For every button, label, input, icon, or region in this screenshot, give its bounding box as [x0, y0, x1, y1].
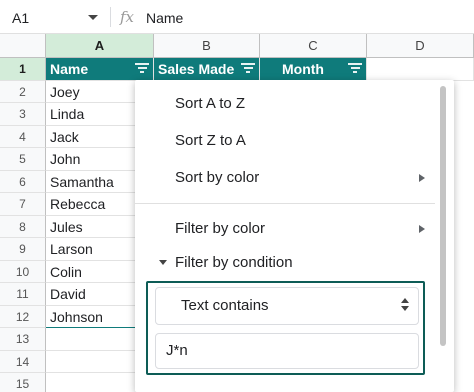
header-cell-name[interactable]: Name [46, 58, 154, 81]
row-header-12[interactable]: 12 [0, 305, 46, 328]
row-header-3[interactable]: 3 [0, 103, 46, 126]
row-header-4[interactable]: 4 [0, 125, 46, 148]
header-name-label: Name [50, 61, 89, 77]
row-header-6[interactable]: 6 [0, 170, 46, 193]
row-header-5[interactable]: 5 [0, 148, 46, 171]
column-header-a[interactable]: A [46, 34, 154, 58]
menu-scrollbar[interactable] [440, 86, 446, 346]
name-box-dropdown-icon[interactable] [88, 15, 98, 20]
header-month-label: Month [282, 61, 324, 77]
filter-menu: Sort A to Z Sort Z to A Sort by color Fi… [135, 80, 454, 392]
filter-by-condition-label: Filter by condition [175, 254, 293, 271]
column-header-d[interactable]: D [367, 34, 474, 58]
formula-bar-divider [110, 7, 111, 27]
header-cell-sales[interactable]: Sales Made [154, 58, 260, 81]
condition-select-value: Text contains [181, 297, 269, 314]
sort-a-z-label: Sort A to Z [175, 95, 246, 112]
row-header-2[interactable]: 2 [0, 80, 46, 103]
sort-z-a-label: Sort Z to A [175, 132, 246, 149]
menu-item-filter-by-condition[interactable]: Filter by condition [135, 245, 435, 281]
filter-by-color-label: Filter by color [175, 220, 266, 237]
row-header-11[interactable]: 11 [0, 283, 46, 306]
row-header-15[interactable]: 15 [0, 373, 46, 392]
row-header-13[interactable]: 13 [0, 328, 46, 351]
column-header-b[interactable]: B [154, 34, 260, 58]
row-header-1[interactable]: 1 [0, 58, 46, 81]
table-cell[interactable] [367, 58, 474, 81]
condition-panel: Text contains J*n [146, 281, 425, 375]
formula-input[interactable]: Name [146, 10, 183, 26]
formula-bar: A1 fx Name [0, 0, 474, 34]
column-header-c[interactable]: C [260, 34, 367, 58]
chevron-down-icon [159, 260, 167, 265]
menu-item-sort-z-a[interactable]: Sort Z to A [135, 123, 435, 159]
menu-item-sort-a-z[interactable]: Sort A to Z [135, 86, 435, 122]
menu-item-sort-by-color[interactable]: Sort by color [135, 160, 435, 196]
condition-value-input[interactable]: J*n [155, 333, 419, 369]
row-header-7[interactable]: 7 [0, 193, 46, 216]
filter-icon[interactable] [348, 63, 362, 75]
chevron-right-icon [419, 225, 425, 233]
sort-by-color-label: Sort by color [175, 169, 260, 186]
filter-icon[interactable] [135, 63, 149, 75]
up-down-arrows-icon [400, 298, 410, 314]
row-header-14[interactable]: 14 [0, 350, 46, 373]
header-sales-label: Sales Made [158, 61, 235, 77]
header-cell-month[interactable]: Month [260, 58, 367, 81]
chevron-right-icon [419, 174, 425, 182]
condition-select[interactable]: Text contains [155, 287, 419, 325]
name-box[interactable]: A1 [12, 10, 29, 26]
row-header-8[interactable]: 8 [0, 215, 46, 238]
filter-icon[interactable] [241, 63, 255, 75]
menu-divider [135, 203, 435, 204]
row-header-9[interactable]: 9 [0, 238, 46, 261]
row-header-10[interactable]: 10 [0, 260, 46, 283]
menu-item-filter-by-color[interactable]: Filter by color [135, 211, 435, 247]
select-all-corner[interactable] [0, 34, 46, 58]
fx-icon: fx [120, 8, 135, 26]
